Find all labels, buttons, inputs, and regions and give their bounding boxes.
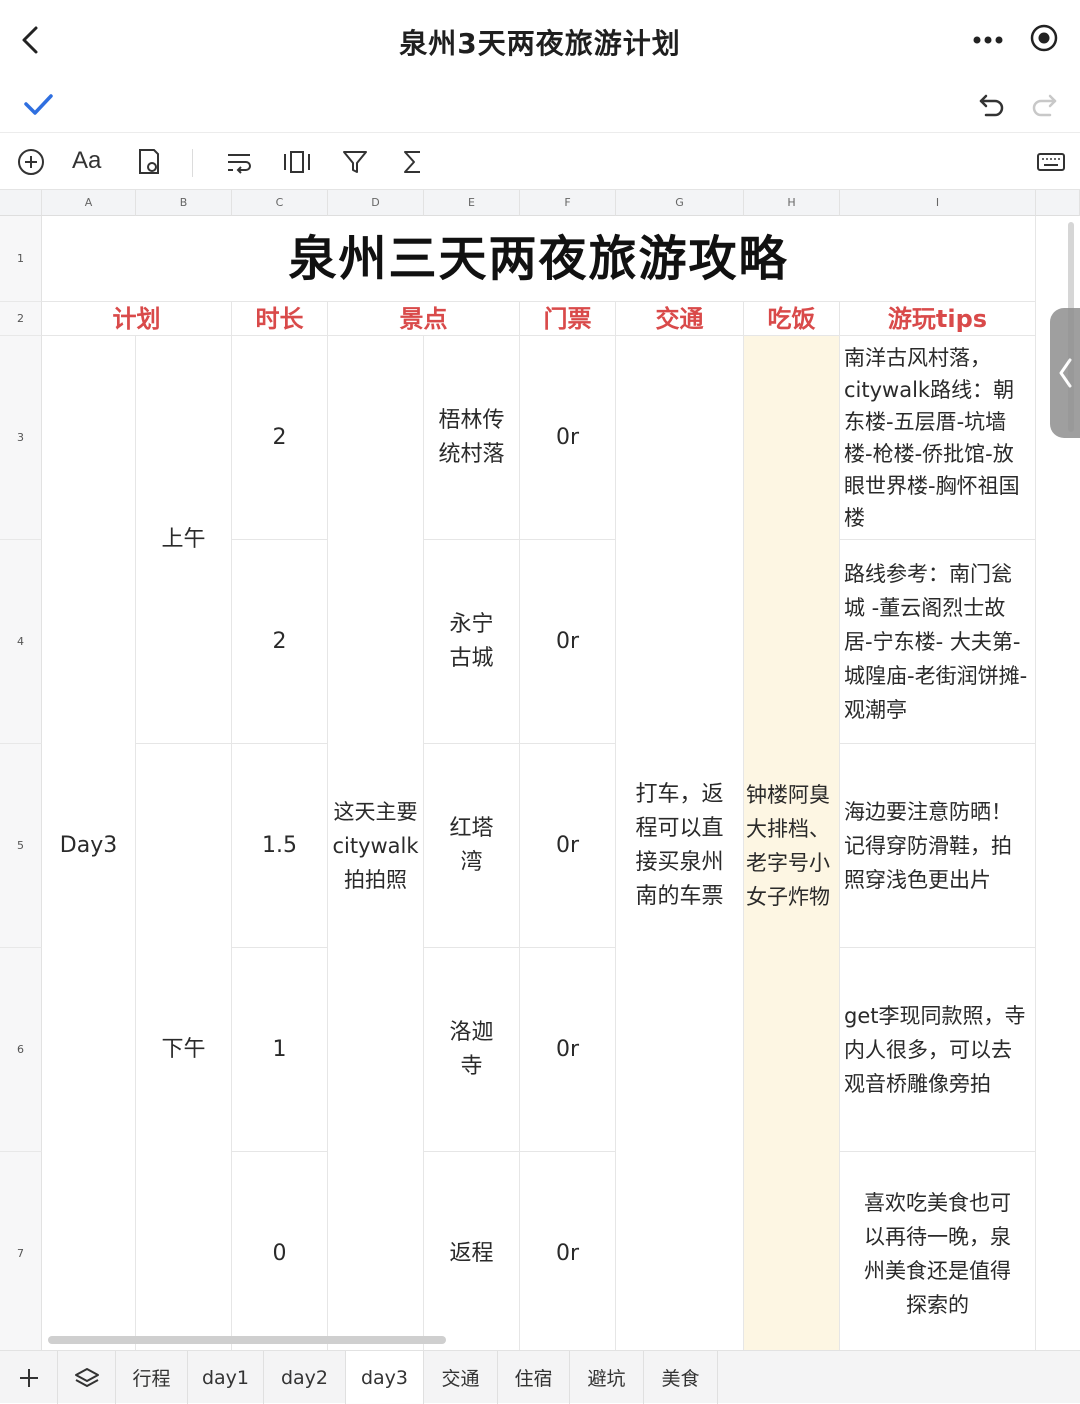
column-header-i[interactable]: I — [840, 190, 1036, 216]
keyboard-icon[interactable] — [1034, 145, 1068, 179]
tips-cell-5[interactable]: 喜欢吃美食也可以再待一晚，泉州美食还是值得探索的 — [840, 1152, 1036, 1350]
sheet-tab-day1[interactable]: day1 — [188, 1351, 264, 1404]
transport-cell[interactable]: 打车，返程可以直接买泉州南的车票 — [616, 336, 744, 1350]
side-panel-handle[interactable] — [1050, 308, 1080, 438]
row-header-5[interactable]: 5 — [0, 744, 42, 948]
document-title: 泉州3天两夜旅游计划 — [399, 27, 681, 60]
column-header-d[interactable]: D — [328, 190, 424, 216]
ticket-cell-2[interactable]: 0r — [520, 540, 616, 744]
row-header-4[interactable]: 4 — [0, 540, 42, 744]
column-header-b[interactable]: B — [136, 190, 232, 216]
toolbar-divider — [192, 149, 193, 177]
add-sheet-button[interactable] — [0, 1351, 58, 1404]
header-tips[interactable]: 游玩tips — [840, 302, 1036, 336]
sum-icon[interactable] — [396, 145, 430, 179]
select-all-corner[interactable] — [0, 190, 42, 216]
record-icon[interactable] — [1028, 22, 1060, 54]
row-header-6[interactable]: 6 — [0, 948, 42, 1152]
plus-icon — [19, 1368, 38, 1387]
row-header-2[interactable]: 2 — [0, 302, 42, 336]
column-header-h[interactable]: H — [744, 190, 840, 216]
column-header-j[interactable] — [1036, 190, 1080, 216]
freeze-columns-icon[interactable] — [280, 145, 314, 179]
chevron-left-icon — [1059, 358, 1072, 388]
duration-cell-1[interactable]: 2 — [232, 336, 328, 540]
food-cell[interactable]: 钟楼阿臭大排档、老字号小女子炸物 — [744, 336, 840, 1350]
duration-cell-2[interactable]: 2 — [232, 540, 328, 744]
header-ticket[interactable]: 门票 — [520, 302, 616, 336]
wrap-text-icon[interactable] — [222, 145, 256, 179]
font-style-icon[interactable]: Aa — [72, 147, 106, 181]
row-header-7[interactable]: 7 — [0, 1152, 42, 1350]
duration-cell-3[interactable]: 1.5 — [232, 744, 328, 948]
sheet-tab-lodging[interactable]: 住宿 — [498, 1351, 570, 1404]
spot-cell-2[interactable]: 永宁古城 — [424, 540, 520, 744]
duration-cell-4[interactable]: 1 — [232, 948, 328, 1152]
filter-icon[interactable] — [338, 145, 372, 179]
header-plan[interactable]: 计划 — [42, 302, 232, 336]
header-food[interactable]: 吃饭 — [744, 302, 840, 336]
formatting-toolbar: Aa — [0, 132, 1080, 190]
theme-cell[interactable]: 这天主要citywalk拍拍照 — [328, 336, 424, 1350]
column-header-g[interactable]: G — [616, 190, 744, 216]
sheet-tab-bar: 行程 day1 day2 day3 交通 住宿 避坑 美食 — [0, 1350, 1080, 1404]
ticket-cell-5[interactable]: 0r — [520, 1152, 616, 1350]
afternoon-cell[interactable]: 下午 — [136, 744, 232, 1350]
column-header-f[interactable]: F — [520, 190, 616, 216]
redo-icon[interactable] — [1028, 88, 1060, 120]
sheet-list-button[interactable] — [58, 1351, 116, 1404]
spot-cell-4[interactable]: 洛迦寺 — [424, 948, 520, 1152]
sheet-tab-food[interactable]: 美食 — [644, 1351, 718, 1404]
column-header-c[interactable]: C — [232, 190, 328, 216]
tips-cell-3[interactable]: 海边要注意防晒！记得穿防滑鞋，拍照穿浅色更出片 — [840, 744, 1036, 948]
sheet-tab-day2[interactable]: day2 — [264, 1351, 346, 1404]
spreadsheet-grid[interactable]: A B C D E F G H I 1 2 3 4 5 6 7 泉州三天两夜旅游… — [0, 190, 1080, 1350]
tips-cell-1[interactable]: 南洋古风村落，citywalk路线：朝东楼-五层厝-坑墙楼-枪楼-侨批馆-放眼世… — [840, 336, 1036, 540]
sheet-tab-transport[interactable]: 交通 — [424, 1351, 498, 1404]
duration-cell-5[interactable]: 0 — [232, 1152, 328, 1350]
column-header-e[interactable]: E — [424, 190, 520, 216]
tips-cell-4[interactable]: get李现同款照，寺内人很多，可以去观音桥雕像旁拍 — [840, 948, 1036, 1152]
row-header-1[interactable]: 1 — [0, 216, 42, 302]
cell-format-icon[interactable] — [132, 145, 166, 179]
spot-cell-5[interactable]: 返程 — [424, 1152, 520, 1350]
header-duration[interactable]: 时长 — [232, 302, 328, 336]
sheet-tab-pitfalls[interactable]: 避坑 — [570, 1351, 644, 1404]
horizontal-scrollbar[interactable] — [48, 1336, 446, 1344]
layers-icon — [74, 1367, 99, 1387]
morning-cell[interactable]: 上午 — [136, 336, 232, 744]
ticket-cell-3[interactable]: 0r — [520, 744, 616, 948]
edit-bar — [0, 84, 1080, 132]
sheet-tab-day3[interactable]: day3 — [346, 1351, 424, 1404]
check-icon[interactable] — [22, 88, 54, 120]
add-circle-icon[interactable] — [14, 145, 48, 179]
top-bar: 泉州3天两夜旅游计划 — [0, 0, 1080, 84]
sheet-tab-itinerary[interactable]: 行程 — [116, 1351, 188, 1404]
spot-cell-3[interactable]: 红塔湾 — [424, 744, 520, 948]
spot-cell-1[interactable]: 梧林传统村落 — [424, 336, 520, 540]
tips-cell-2[interactable]: 路线参考：南门瓮城 -董云阁烈士故居-宁东楼- 大夫第-城隍庙-老街润饼摊-观潮… — [840, 540, 1036, 744]
undo-icon[interactable] — [976, 88, 1008, 120]
ticket-cell-1[interactable]: 0r — [520, 336, 616, 540]
more-dots-icon[interactable] — [968, 28, 1008, 52]
header-transport[interactable]: 交通 — [616, 302, 744, 336]
sheet-title[interactable]: 泉州三天两夜旅游攻略 — [42, 216, 1036, 302]
row-header-3[interactable]: 3 — [0, 336, 42, 540]
day-cell[interactable]: Day3 — [42, 336, 136, 1350]
ticket-cell-4[interactable]: 0r — [520, 948, 616, 1152]
header-spot[interactable]: 景点 — [328, 302, 520, 336]
column-header-a[interactable]: A — [42, 190, 136, 216]
